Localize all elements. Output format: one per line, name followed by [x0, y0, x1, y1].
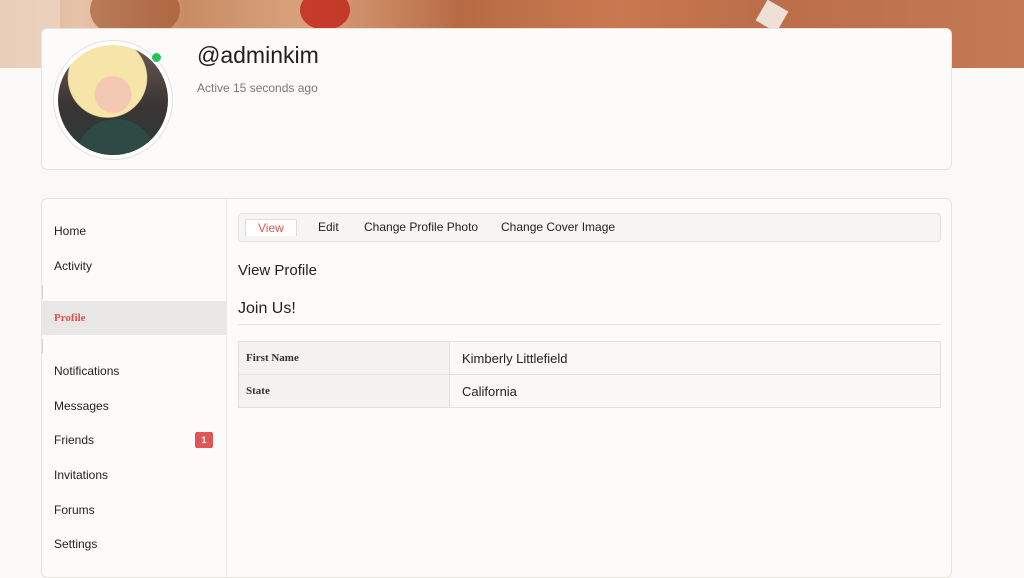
tab-view[interactable]: View [245, 219, 297, 236]
sidebar-item-profile[interactable]: Profile [42, 301, 226, 335]
sidebar-item-invitations[interactable]: Invitations [42, 458, 226, 492]
sidebar-item-messages[interactable]: Messages [42, 389, 226, 423]
section-title: View Profile [238, 262, 317, 279]
sidebar-item-label: Notifications [54, 364, 120, 378]
tab-edit[interactable]: Edit [318, 220, 339, 234]
cover-image-region [300, 0, 350, 30]
sidebar-item-label: Home [54, 224, 87, 238]
username: @adminkim [197, 42, 319, 68]
table-row: First Name Kimberly Littlefield [238, 341, 941, 375]
sidebar-nav: Home Activity Profile Notifications Mess… [42, 199, 227, 577]
profile-subnav: View Edit Change Profile Photo Change Co… [238, 213, 941, 242]
sidebar-item-settings[interactable]: Settings [42, 527, 226, 561]
sidebar-item-label: Settings [54, 537, 98, 551]
sidebar-item-activity[interactable]: Activity [42, 249, 226, 283]
profile-fields-table: First Name Kimberly Littlefield State Ca… [238, 341, 941, 408]
field-group-title: Join Us! [238, 300, 296, 317]
tab-change-cover-image[interactable]: Change Cover Image [501, 220, 615, 234]
profile-header: @adminkim Active 15 seconds ago [41, 28, 952, 170]
field-label: State [238, 374, 450, 408]
table-row: State California [238, 374, 941, 408]
tab-change-profile-photo[interactable]: Change Profile Photo [364, 220, 478, 234]
profile-content: Home Activity Profile Notifications Mess… [41, 198, 952, 578]
avatar-photo [58, 45, 168, 155]
field-label: First Name [238, 341, 450, 375]
sidebar-item-forums[interactable]: Forums [42, 493, 226, 527]
divider [238, 324, 941, 325]
sidebar-item-home[interactable]: Home [42, 214, 226, 248]
sidebar-item-notifications[interactable]: Notifications [42, 354, 226, 388]
avatar-photo-detail [76, 119, 156, 155]
active-status: Active 15 seconds ago [197, 81, 318, 95]
divider [42, 285, 47, 299]
sidebar-item-label: Friends [54, 433, 95, 447]
sidebar-item-label: Forums [54, 503, 95, 517]
field-value: Kimberly Littlefield [449, 341, 941, 375]
field-value: California [449, 374, 941, 408]
online-status-indicator [151, 52, 162, 63]
divider [42, 339, 47, 353]
sidebar-item-label: Invitations [54, 468, 109, 482]
friends-count-badge: 1 [195, 432, 213, 448]
sidebar-item-label: Messages [54, 399, 109, 413]
sidebar-item-label: Activity [54, 259, 93, 273]
sidebar-item-label: Profile [54, 312, 86, 324]
sidebar-item-friends[interactable]: Friends 1 [42, 423, 226, 457]
